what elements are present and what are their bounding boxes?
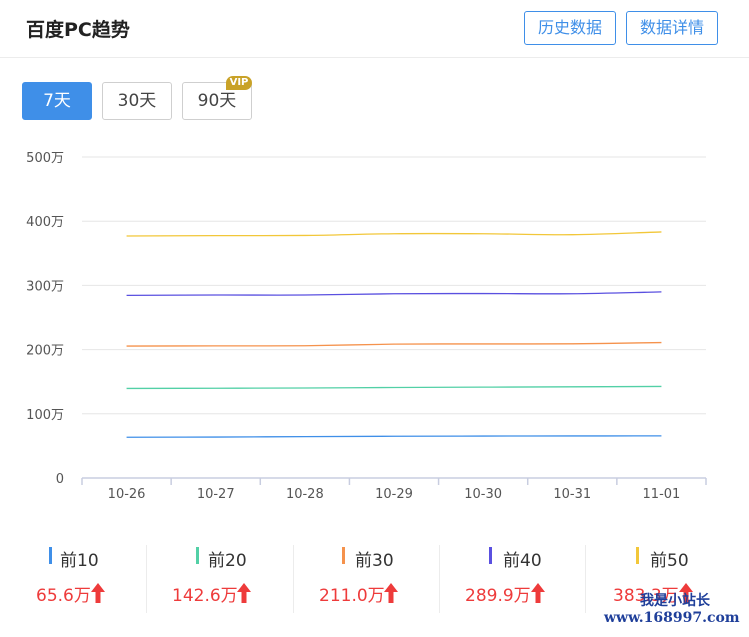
vip-badge: VIP — [226, 76, 252, 90]
stat-top10-label: 前10 — [60, 551, 99, 571]
stat-top20-color-marker — [196, 547, 199, 564]
stat-top10-value: 65.6万 — [36, 586, 91, 606]
stat-top30-color-marker — [342, 547, 345, 564]
y-tick-label: 0 — [56, 472, 64, 487]
stat-top20-value: 142.6万 — [172, 586, 238, 606]
trend-line-chart: 0100万200万300万400万500万 10-26 10-27 10-28 10-… — [26, 151, 707, 502]
stat-top10-color-marker — [49, 547, 52, 564]
stat-top50-color-marker — [636, 547, 639, 564]
data-detail-button[interactable]: 数据详情 — [626, 11, 718, 45]
stat-top50-label: 前50 — [650, 551, 689, 571]
series-line-1 — [126, 435, 662, 438]
y-tick-label: 200万 — [26, 344, 64, 359]
chart-grid — [82, 156, 706, 415]
trend-up-arrow-icon — [237, 583, 251, 603]
stat-top40-value: 289.9万 — [465, 586, 531, 606]
stat-top30: 前30 211.0万 — [293, 543, 439, 615]
stat-top40-label: 前40 — [503, 551, 542, 571]
x-tick-label: 10-31 — [553, 487, 591, 502]
panel-title: 百度PC趋势 — [26, 19, 130, 41]
x-tick-label: 11-01 — [643, 487, 681, 502]
x-tick-label: 10-30 — [464, 487, 502, 502]
series-line-4 — [126, 291, 662, 297]
range-30-days-button[interactable]: 30天 — [102, 82, 172, 120]
chart-series — [126, 231, 662, 438]
watermark-url: www.168997.com — [604, 610, 740, 626]
stat-top40: 前40 289.9万 — [439, 543, 585, 615]
trend-up-arrow-icon — [531, 583, 545, 603]
trend-up-arrow-icon — [91, 583, 105, 603]
history-data-button[interactable]: 历史数据 — [524, 11, 616, 45]
x-axis — [81, 477, 707, 485]
panel-header: 百度PC趋势 历史数据 数据详情 — [0, 0, 749, 58]
y-axis-ticks: 0 100万 200万 300万 400万 500万 — [26, 151, 64, 487]
trend-up-arrow-icon — [384, 583, 398, 603]
x-tick-label: 10-27 — [197, 487, 235, 502]
x-axis-ticks: 10-26 10-27 10-28 10-29 10-30 10-31 11-01 — [108, 487, 681, 502]
stat-top20-label: 前20 — [208, 551, 247, 571]
series-line-5 — [126, 231, 662, 237]
watermark-text: 我是小站长 — [640, 593, 710, 609]
stat-top20: 前20 142.6万 — [146, 543, 293, 615]
series-line-2 — [126, 385, 662, 390]
x-tick-label: 10-26 — [108, 487, 146, 502]
stat-top10: 前10 65.6万 — [0, 543, 146, 615]
series-line-3 — [126, 341, 662, 347]
stat-top40-color-marker — [489, 547, 492, 564]
range-7-days-button[interactable]: 7天 — [22, 82, 92, 120]
y-tick-label: 500万 — [26, 151, 64, 166]
x-tick-label: 10-28 — [286, 487, 324, 502]
y-tick-label: 400万 — [26, 215, 64, 230]
x-tick-label: 10-29 — [375, 487, 413, 502]
y-tick-label: 300万 — [26, 279, 64, 294]
y-tick-label: 100万 — [26, 408, 64, 423]
stat-top30-value: 211.0万 — [319, 586, 385, 606]
stat-top30-label: 前30 — [355, 551, 394, 571]
